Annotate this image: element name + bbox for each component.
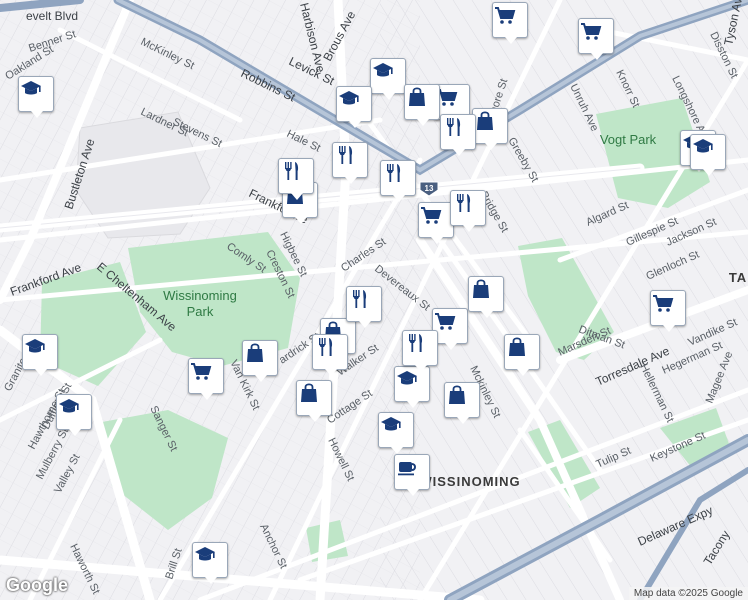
poi-marker-shopping[interactable]	[504, 334, 540, 376]
park-label-wissinoming-line1: Wissinoming	[163, 288, 237, 303]
fork-knife-icon	[319, 338, 333, 356]
poi-marker-shopping[interactable]	[242, 340, 278, 382]
shopping-cart-icon	[421, 207, 442, 224]
fork-knife-icon	[339, 146, 353, 164]
google-logo: Google	[6, 575, 68, 595]
coffee-cup-icon	[398, 462, 416, 476]
shopping-bag-icon	[509, 337, 525, 356]
poi-marker-shopping[interactable]	[404, 84, 440, 126]
poi-marker-school[interactable]	[690, 134, 726, 176]
map-view[interactable]: 13 Wissinoming Park Vogt Park WISSINOMIN…	[0, 0, 748, 600]
poi-marker-grocery[interactable]	[492, 2, 528, 44]
poi-marker-restaurant[interactable]	[440, 114, 476, 156]
map-attribution[interactable]: Map data ©2025 Google	[628, 587, 748, 600]
poi-marker-cafe[interactable]	[394, 454, 430, 496]
shopping-bag-icon	[409, 87, 425, 106]
shopping-cart-icon	[495, 7, 516, 24]
fork-knife-icon	[447, 118, 461, 136]
park-label-vogt: Vogt Park	[600, 132, 657, 147]
route-shield-label: 13	[425, 184, 434, 193]
shopping-cart-icon	[191, 363, 212, 380]
poi-marker-restaurant[interactable]	[402, 330, 438, 372]
poi-marker-school[interactable]	[370, 58, 406, 100]
poi-marker-school[interactable]	[22, 334, 58, 376]
poi-marker-grocery[interactable]	[418, 202, 454, 244]
poi-marker-restaurant[interactable]	[312, 334, 348, 376]
shopping-bag-icon	[449, 385, 465, 404]
neighborhood-label-partial: TA	[729, 270, 747, 285]
graduation-cap-icon	[195, 547, 215, 561]
poi-marker-school[interactable]	[56, 394, 92, 436]
graduation-cap-icon	[381, 417, 401, 431]
street-label: evelt Blvd	[26, 9, 78, 23]
fork-knife-icon	[409, 334, 423, 352]
poi-marker-grocery[interactable]	[650, 290, 686, 332]
graduation-cap-icon	[25, 339, 45, 353]
poi-marker-shopping[interactable]	[296, 380, 332, 422]
poi-marker-restaurant[interactable]	[346, 286, 382, 328]
neighborhood-label: WISSINOMING	[419, 474, 520, 489]
poi-marker-grocery[interactable]	[578, 18, 614, 60]
fork-knife-icon	[387, 164, 401, 182]
poi-marker-shopping[interactable]	[468, 276, 504, 318]
poi-marker-shopping[interactable]	[444, 382, 480, 424]
fork-knife-icon	[285, 162, 299, 180]
park-label-wissinoming-line2: Park	[187, 304, 214, 319]
poi-marker-school[interactable]	[378, 412, 414, 454]
poi-marker-grocery[interactable]	[188, 358, 224, 400]
poi-marker-restaurant[interactable]	[380, 160, 416, 202]
graduation-cap-icon	[339, 91, 359, 105]
shopping-bag-icon	[247, 343, 263, 362]
graduation-cap-icon	[373, 63, 393, 77]
poi-marker-restaurant[interactable]	[332, 142, 368, 184]
graduation-cap-icon	[59, 399, 79, 413]
shopping-bag-icon	[473, 279, 489, 298]
shopping-bag-icon	[301, 383, 317, 402]
poi-marker-shopping[interactable]	[472, 108, 508, 150]
shopping-cart-icon	[435, 313, 456, 330]
fork-knife-icon	[353, 290, 367, 308]
fork-knife-icon	[457, 194, 471, 212]
shopping-bag-icon	[477, 111, 493, 130]
graduation-cap-icon	[21, 81, 41, 95]
shopping-cart-icon	[653, 295, 674, 312]
poi-marker-school[interactable]	[336, 86, 372, 128]
poi-marker-restaurant[interactable]	[450, 190, 486, 232]
poi-marker-school[interactable]	[18, 76, 54, 118]
poi-marker-restaurant[interactable]	[278, 158, 314, 200]
poi-marker-school[interactable]	[192, 542, 228, 584]
graduation-cap-icon	[693, 139, 713, 153]
shopping-cart-icon	[581, 23, 602, 40]
